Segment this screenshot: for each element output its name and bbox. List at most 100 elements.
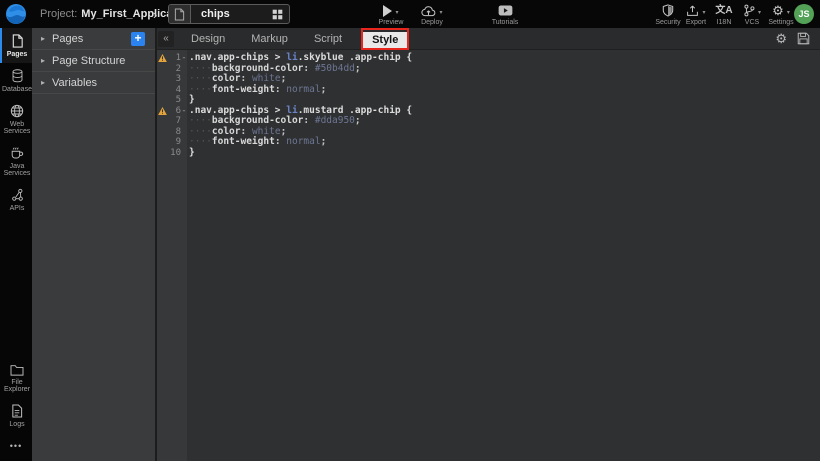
api-connector-icon <box>11 188 24 202</box>
code-token-punct: ; <box>281 73 287 84</box>
code-token-punct: : <box>241 73 252 84</box>
gutter-row: 5 <box>157 95 187 106</box>
activity-bar: Pages Databases Web Services Java Servic… <box>0 28 32 461</box>
line-number: 9 <box>168 137 181 148</box>
gutter-row: 9 <box>157 137 187 148</box>
open-page-tab[interactable]: chips <box>168 4 290 24</box>
code-line[interactable]: ····font-weight: normal; <box>189 85 820 96</box>
preview-label: Preview <box>379 19 404 26</box>
code-line[interactable]: } <box>189 148 820 159</box>
sidebar-item-logs[interactable]: Logs <box>0 398 32 433</box>
editor-settings-gear-icon[interactable]: ⚙ <box>775 31 787 47</box>
collapsed-arrow-icon: ▸ <box>41 78 45 87</box>
code-token-ws: ···· <box>189 115 212 126</box>
page-tab-title: chips <box>191 8 267 20</box>
editor-tab-bar: « Design Markup Script Style ⚙ <box>157 28 820 50</box>
tab-markup[interactable]: Markup <box>242 30 297 48</box>
page-file-icon <box>169 5 191 23</box>
code-token-tag: li <box>286 105 297 116</box>
panel-section-pages[interactable]: ▸ Pages + <box>32 28 155 50</box>
code-token-punct: : <box>275 84 286 95</box>
line-number: 5 <box>168 95 181 106</box>
globe-icon <box>10 104 24 118</box>
grid-icon[interactable] <box>267 9 287 20</box>
sidebar-item-label: Pages <box>2 51 32 58</box>
tab-script[interactable]: Script <box>305 30 351 48</box>
warning-icon[interactable] <box>157 107 168 115</box>
settings-label: Settings <box>768 19 793 26</box>
gutter-row: 10 <box>157 148 187 159</box>
tutorials-label: Tutorials <box>492 19 519 26</box>
code-token-punct: : <box>303 115 314 126</box>
sidebar-item-label: Databases <box>2 86 32 93</box>
more-options-button[interactable]: ••• <box>0 433 32 461</box>
sidebar-item-label: File Explorer <box>2 379 32 393</box>
gutter-row: 4 <box>157 85 187 96</box>
sidebar-item-label: APIs <box>2 205 32 212</box>
save-icon[interactable] <box>797 32 810 45</box>
user-avatar[interactable]: JS <box>794 4 814 24</box>
line-number: 3 <box>168 74 181 85</box>
sidebar-item-label: Logs <box>2 421 32 428</box>
editor-area: « Design Markup Script Style ⚙ 1-23456-7… <box>157 28 820 461</box>
sidebar-item-web-services[interactable]: Web Services <box>0 98 32 140</box>
code-token-punct: : <box>241 126 252 137</box>
tab-style[interactable]: Style <box>363 32 407 48</box>
side-panel: ▸ Pages + ▸ Page Structure ▸ Variables <box>32 28 157 461</box>
database-icon <box>11 69 24 83</box>
sidebar-item-java-services[interactable]: Java Services <box>0 140 32 182</box>
code-lines[interactable]: .nav.app-chips > li.skyblue .app-chip {·… <box>187 50 820 461</box>
line-number: 7 <box>168 116 181 127</box>
sidebar-item-pages[interactable]: Pages <box>0 28 32 63</box>
code-token-punct: ; <box>355 63 361 74</box>
code-token-brace: } <box>189 94 195 105</box>
code-token-ws: ···· <box>189 126 212 137</box>
tutorials-button[interactable]: Tutorials <box>479 4 531 26</box>
code-token-brace: { <box>406 105 412 116</box>
code-token-punct: : <box>303 63 314 74</box>
pages-icon <box>11 34 24 48</box>
code-token-prop: color <box>212 73 241 84</box>
cloud-upload-icon <box>421 5 436 17</box>
chevron-down-icon[interactable]: ▾ <box>439 9 442 16</box>
deploy-button[interactable]: ▾ Deploy <box>406 4 458 26</box>
code-token-val: #dda950 <box>315 115 355 126</box>
code-token-punct: : <box>275 136 286 147</box>
tab-design[interactable]: Design <box>182 30 234 48</box>
code-token-sel: .mustard .app-chip <box>298 105 407 116</box>
collapsed-arrow-icon: ▸ <box>41 56 45 65</box>
code-token-prop: font-weight <box>212 136 275 147</box>
sidebar-item-databases[interactable]: Databases <box>0 63 32 98</box>
panel-section-page-structure[interactable]: ▸ Page Structure <box>32 50 155 72</box>
breadcrumb-chevron-icon: › <box>153 0 157 28</box>
panel-section-variables[interactable]: ▸ Variables <box>32 72 155 94</box>
line-number: 4 <box>168 85 181 96</box>
chevron-down-icon[interactable]: ▾ <box>395 9 398 16</box>
ide-window: Project: My_First_Application › chips ▾ … <box>0 0 820 461</box>
coffee-icon <box>10 146 24 160</box>
add-page-button[interactable]: + <box>131 32 145 46</box>
line-number: 6 <box>168 106 181 117</box>
code-token-tag: li <box>286 52 297 63</box>
gutter: 1-23456-78910 <box>157 50 187 461</box>
code-token-ws: ···· <box>189 136 212 147</box>
collapse-panel-button[interactable]: « <box>158 31 174 47</box>
branch-icon <box>743 4 755 17</box>
code-token-ws: ···· <box>189 63 212 74</box>
code-token-val: white <box>252 73 281 84</box>
folder-icon <box>10 364 24 376</box>
wavemaker-logo-icon[interactable] <box>5 3 27 25</box>
warning-icon[interactable] <box>157 54 168 62</box>
code-token-val: #50b4dd <box>315 63 355 74</box>
code-token-ws: ···· <box>189 84 212 95</box>
code-token-prop: font-weight <box>212 84 275 95</box>
code-line[interactable]: ····font-weight: normal; <box>189 137 820 148</box>
code-token-punct: ; <box>281 126 287 137</box>
sidebar-item-file-explorer[interactable]: File Explorer <box>0 358 32 398</box>
code-token-sel: .nav.app-chips > <box>189 52 286 63</box>
sidebar-item-apis[interactable]: APIs <box>0 182 32 217</box>
code-token-brace: } <box>189 147 195 158</box>
code-editor[interactable]: 1-23456-78910 .nav.app-chips > li.skyblu… <box>157 50 820 461</box>
line-number: 8 <box>168 127 181 138</box>
chevron-down-icon[interactable]: ▾ <box>787 9 790 16</box>
